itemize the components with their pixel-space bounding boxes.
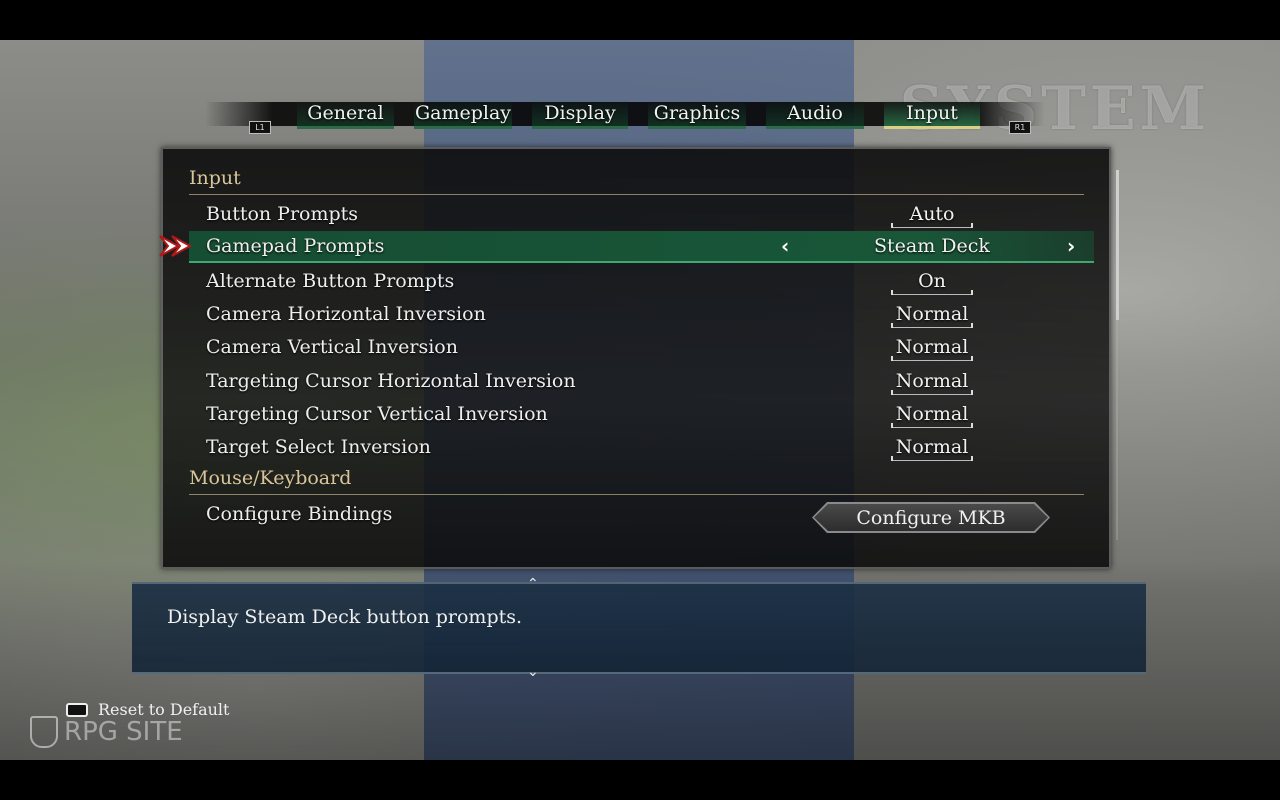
setting-value: Auto <box>909 203 955 225</box>
reset-label: Reset to Default <box>98 700 230 719</box>
watermark: RPG SITE <box>30 716 183 748</box>
value-slider-indicator <box>891 390 973 395</box>
setting-label: Camera Vertical Inversion <box>206 336 458 358</box>
value-slider-indicator <box>891 223 973 228</box>
section-input-heading: Input <box>189 167 241 189</box>
l1-button-icon[interactable]: L1 <box>249 121 271 134</box>
scrollbar-thumb[interactable] <box>1116 170 1119 320</box>
setting-gamepad-prompts[interactable]: Gamepad Prompts ‹ Steam Deck › <box>189 231 1094 263</box>
configure-mkb-button[interactable]: Configure MKB <box>814 504 1048 531</box>
setting-value: Steam Deck <box>874 235 990 257</box>
setting-value: Normal <box>895 370 969 392</box>
setting-label: Button Prompts <box>206 203 359 225</box>
section-mouse-keyboard-heading: Mouse/Keyboard <box>189 467 352 489</box>
setting-camera-vertical-inversion[interactable]: Camera Vertical Inversion Normal <box>189 331 1094 363</box>
value-slider-indicator <box>891 290 973 295</box>
setting-value: Normal <box>895 303 969 325</box>
setting-label: Gamepad Prompts <box>206 235 385 257</box>
setting-value: On <box>918 270 946 292</box>
tab-gameplay[interactable]: Gameplay <box>414 100 512 129</box>
description-box <box>132 582 1146 674</box>
value-slider-indicator <box>891 356 973 361</box>
tab-input[interactable]: Input <box>884 100 980 129</box>
setting-label: Configure Bindings <box>206 503 393 525</box>
setting-camera-horizontal-inversion[interactable]: Camera Horizontal Inversion Normal <box>189 298 1094 330</box>
setting-label: Targeting Cursor Horizontal Inversion <box>206 370 576 392</box>
selection-cursor-icon <box>159 235 193 257</box>
setting-label: Targeting Cursor Vertical Inversion <box>206 403 548 425</box>
r1-button-icon[interactable]: R1 <box>1009 121 1031 134</box>
watermark-text: RPG SITE <box>64 717 183 747</box>
setting-label: Alternate Button Prompts <box>206 270 455 292</box>
reset-to-default-button[interactable]: Reset to Default <box>66 700 229 719</box>
value-slider-indicator <box>891 423 973 428</box>
setting-targeting-cursor-vertical-inversion[interactable]: Targeting Cursor Vertical Inversion Norm… <box>189 398 1094 430</box>
tab-graphics[interactable]: Graphics <box>648 100 746 129</box>
description-text: Display Steam Deck button prompts. <box>167 606 523 628</box>
tab-bar: L1 General Gameplay Display Graphics Aud… <box>0 100 1280 134</box>
setting-button-prompts[interactable]: Button Prompts Auto <box>189 198 1094 230</box>
chevron-down-icon: ⌄ <box>527 664 539 680</box>
tab-audio[interactable]: Audio <box>766 100 864 129</box>
tab-general[interactable]: General <box>297 100 394 129</box>
setting-value: Normal <box>895 403 969 425</box>
shield-logo-icon <box>30 716 58 748</box>
setting-target-select-inversion[interactable]: Target Select Inversion Normal <box>189 431 1094 463</box>
tab-display[interactable]: Display <box>532 100 628 129</box>
value-slider-indicator <box>891 456 973 461</box>
section-divider <box>189 194 1084 195</box>
section-divider <box>189 494 1084 495</box>
chevron-right-icon[interactable]: › <box>1067 234 1075 258</box>
setting-value: Normal <box>895 336 969 358</box>
setting-label: Camera Horizontal Inversion <box>206 303 486 325</box>
value-slider-indicator <box>891 323 973 328</box>
setting-label: Target Select Inversion <box>206 436 431 458</box>
setting-alternate-button-prompts[interactable]: Alternate Button Prompts On <box>189 265 1094 297</box>
keyboard-key-icon <box>66 702 88 717</box>
chevron-left-icon[interactable]: ‹ <box>781 234 789 258</box>
setting-targeting-cursor-horizontal-inversion[interactable]: Targeting Cursor Horizontal Inversion No… <box>189 365 1094 397</box>
chevron-up-icon: ⌃ <box>527 576 539 592</box>
setting-value: Normal <box>895 436 969 458</box>
